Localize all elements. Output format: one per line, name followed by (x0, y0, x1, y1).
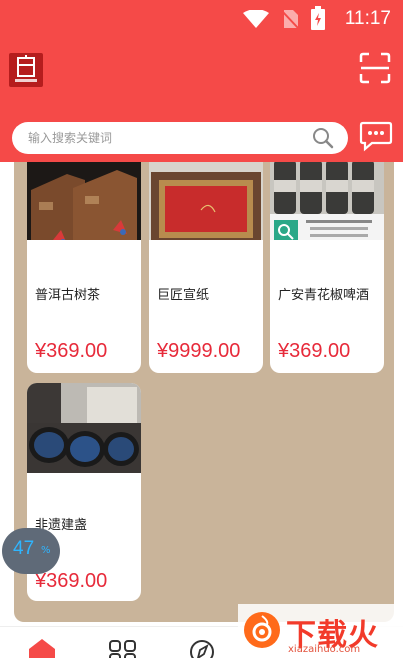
product-image-teacups (27, 383, 141, 473)
search-bar[interactable] (12, 122, 348, 154)
product-card[interactable]: 巨匠宣纸 ¥9999.00 (149, 162, 263, 373)
app-header (0, 38, 403, 162)
wifi-icon (243, 10, 269, 28)
progress-indicator[interactable]: 47 % (2, 528, 60, 574)
product-title: 普洱古树茶 (35, 288, 101, 303)
search-icon[interactable] (312, 127, 334, 149)
product-image-paper (149, 162, 263, 240)
status-bar: 11:17 (0, 0, 403, 38)
watermark-url: xiazaihuo.com (288, 644, 361, 655)
product-price: ¥9999.00 (157, 340, 241, 362)
category-icon[interactable] (108, 639, 138, 658)
product-title: 巨匠宣纸 (157, 288, 210, 303)
logo-icon (15, 55, 37, 82)
product-image-tea (27, 162, 141, 240)
product-grid: 普洱古树茶 ¥369.00 巨匠宣纸 ¥9999.00 广安青花椒啤酒 ¥369… (14, 162, 394, 622)
product-price: ¥369.00 (278, 340, 351, 362)
status-time: 11:17 (344, 8, 391, 29)
message-icon[interactable] (359, 120, 393, 152)
app-logo[interactable] (9, 53, 43, 87)
product-image-beer (270, 162, 384, 240)
battery-charging-icon (311, 6, 325, 30)
product-card[interactable]: 普洱古树茶 ¥369.00 (27, 162, 141, 373)
watermark-logo: 下载火 xiazaihuo.com (238, 604, 403, 658)
product-price: ¥369.00 (35, 340, 108, 362)
search-input[interactable] (28, 122, 298, 154)
product-title: 广安青花椒啤酒 (278, 288, 370, 303)
home-icon[interactable] (27, 637, 57, 658)
scan-icon[interactable] (359, 52, 391, 84)
progress-unit: % (41, 545, 51, 556)
compass-icon[interactable] (188, 639, 218, 658)
watermark-flame-icon (244, 612, 280, 648)
product-price: ¥369.00 (35, 570, 108, 592)
progress-value: 47 (13, 538, 35, 559)
no-sim-icon (281, 10, 299, 29)
product-card[interactable]: 广安青花椒啤酒 ¥369.00 (270, 162, 384, 373)
